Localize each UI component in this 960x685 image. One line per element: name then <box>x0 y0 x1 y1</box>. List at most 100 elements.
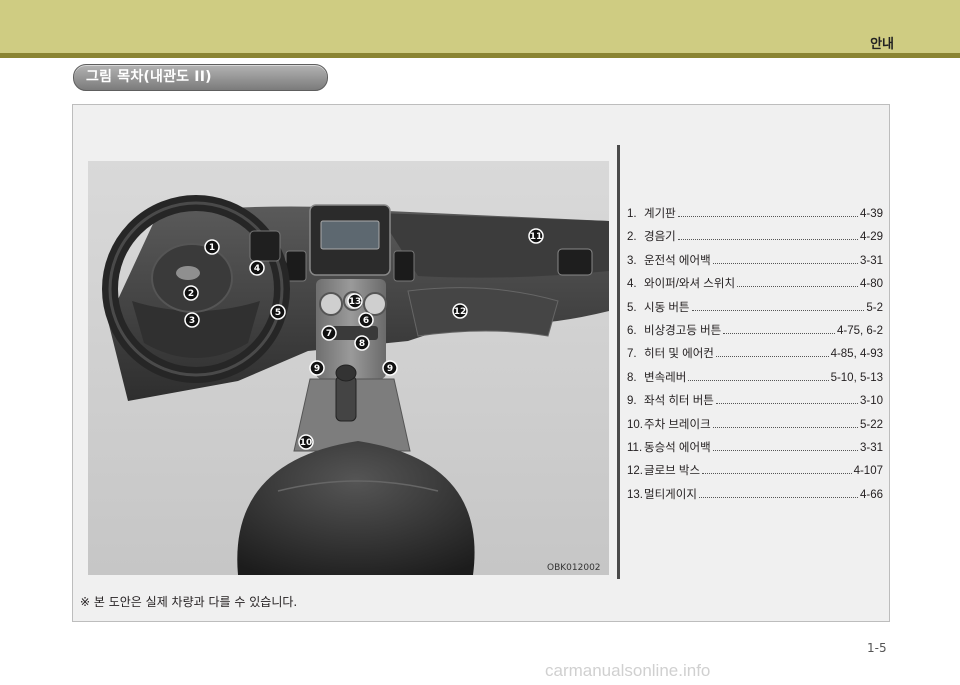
callout-8: 8 <box>354 335 370 351</box>
header-rule <box>0 53 960 58</box>
toc-num: 9. <box>627 395 637 408</box>
toc-item: 8. 변속레버 5-10, 5-13 <box>627 369 883 392</box>
callout-7: 7 <box>321 325 337 341</box>
section-title: 그림 목차(내관도 II) <box>86 69 212 85</box>
svg-text:8: 8 <box>359 339 365 349</box>
toc-page: 3-10 <box>859 395 883 408</box>
callout-1: 1 <box>204 239 220 255</box>
toc-page: 3-31 <box>859 254 883 267</box>
toc-page: 3-31 <box>859 441 883 454</box>
toc-num: 11. <box>627 441 643 454</box>
toc-label: 멀티게이지 <box>644 488 697 501</box>
toc-leader-dots <box>712 426 858 428</box>
toc-label: 히터 및 에어컨 <box>644 348 714 361</box>
toc-num: 8. <box>627 371 637 384</box>
toc-leader-dots <box>677 216 858 217</box>
toc-item: 2. 경음기 4-29 <box>627 228 883 251</box>
toc-label: 좌석 히터 버튼 <box>644 395 714 408</box>
callout-5: 5 <box>270 304 286 320</box>
toc-item: 12. 글로브 박스 4-107 <box>627 462 883 485</box>
callout-12: 12 <box>452 303 468 319</box>
toc-page: 5-2 <box>866 301 883 314</box>
toc-page: 4-75, 6-2 <box>836 324 883 337</box>
toc-page: 5-10, 5-13 <box>830 371 883 384</box>
svg-text:5: 5 <box>275 308 281 318</box>
figure-code: OBK012002 <box>547 563 601 573</box>
toc-item: 6. 비상경고등 버튼 4-75, 6-2 <box>627 322 883 345</box>
svg-text:12: 12 <box>454 307 467 317</box>
svg-text:9: 9 <box>314 364 320 374</box>
toc-leader-dots <box>712 262 858 264</box>
toc-page: 4-39 <box>859 208 883 220</box>
toc-leader-dots <box>723 332 835 334</box>
toc-item: 4. 와이퍼/와셔 스위치 4-80 <box>627 275 883 298</box>
svg-text:4: 4 <box>254 264 260 274</box>
toc-leader-dots <box>702 473 852 475</box>
toc-leader-dots <box>712 449 858 451</box>
toc-item: 3. 운전석 에어백 3-31 <box>627 252 883 275</box>
toc-label: 변속레버 <box>644 371 687 384</box>
toc-num: 6. <box>627 324 637 337</box>
toc-leader-dots <box>715 403 858 405</box>
callout-4: 4 <box>249 260 265 276</box>
vertical-divider <box>617 145 620 579</box>
toc-item: 10. 주차 브레이크 5-22 <box>627 416 883 439</box>
toc-leader-dots <box>691 309 865 311</box>
svg-text:9: 9 <box>387 364 393 374</box>
toc-num: 1. <box>627 208 637 220</box>
toc-leader-dots <box>677 239 858 241</box>
callout-9-left: 9 <box>309 360 325 376</box>
toc-item: 7. 히터 및 에어컨 4-85, 4-93 <box>627 345 883 368</box>
toc-leader-dots <box>737 286 858 288</box>
svg-text:10: 10 <box>300 438 313 448</box>
toc-num: 3. <box>627 254 637 267</box>
chapter-title: 안내 <box>870 37 894 52</box>
toc-page: 5-22 <box>859 418 883 431</box>
toc-page: 4-107 <box>853 465 883 478</box>
toc-label: 계기판 <box>644 208 676 220</box>
callout-2: 2 <box>183 285 199 301</box>
toc-item: 13. 멀티게이지 4-66 <box>627 486 883 509</box>
svg-text:2: 2 <box>188 289 194 299</box>
toc-num: 13. <box>627 488 643 501</box>
toc-label: 주차 브레이크 <box>644 418 711 431</box>
toc-page: 4-29 <box>859 231 883 244</box>
toc-label: 시동 버튼 <box>644 301 690 314</box>
toc-num: 12. <box>627 465 643 478</box>
callout-11: 11 <box>528 228 544 244</box>
toc-leader-dots <box>688 379 829 381</box>
callout-9-right: 9 <box>382 360 398 376</box>
toc-page: 4-85, 4-93 <box>830 348 883 361</box>
svg-text:11: 11 <box>530 232 543 242</box>
svg-text:1: 1 <box>209 243 215 253</box>
callout-layer: 1 2 3 4 5 6 7 8 9 9 10 11 12 13 <box>183 228 544 450</box>
toc-num: 5. <box>627 301 637 314</box>
watermark: carmanualsonline.info <box>545 661 711 680</box>
toc-num: 4. <box>627 278 637 291</box>
table-of-contents: 1. 계기판 4-39 2. 경음기 4-29 3. 운전석 에어백 3-31 4. 와이퍼/와셔 … <box>627 205 883 509</box>
toc-label: 동승석 에어백 <box>644 441 711 454</box>
toc-label: 비상경고등 버튼 <box>644 324 722 337</box>
callout-3: 3 <box>184 312 200 328</box>
toc-num: 2. <box>627 231 637 244</box>
toc-leader-dots <box>698 496 858 498</box>
toc-item: 11. 동승석 에어백 3-31 <box>627 439 883 462</box>
toc-label: 와이퍼/와셔 스위치 <box>644 278 736 291</box>
svg-text:3: 3 <box>189 316 195 326</box>
toc-item: 1. 계기판 4-39 <box>627 205 883 228</box>
toc-item: 5. 시동 버튼 5-2 <box>627 299 883 322</box>
toc-num: 7. <box>627 348 637 361</box>
page-number: 1-5 <box>867 641 887 655</box>
toc-num: 10. <box>627 418 643 431</box>
toc-label: 글로브 박스 <box>644 465 701 478</box>
toc-page: 4-66 <box>859 488 883 501</box>
toc-leader-dots <box>715 356 829 358</box>
svg-text:6: 6 <box>363 316 369 326</box>
callout-13: 13 <box>347 293 363 309</box>
toc-item: 9. 좌석 히터 버튼 3-10 <box>627 392 883 415</box>
toc-label: 운전석 에어백 <box>644 254 711 267</box>
disclaimer-note: ※ 본 도안은 실제 차량과 다를 수 있습니다. <box>80 595 298 609</box>
header-bar <box>0 0 960 53</box>
toc-page: 4-80 <box>859 278 883 291</box>
toc-label: 경음기 <box>644 231 676 244</box>
